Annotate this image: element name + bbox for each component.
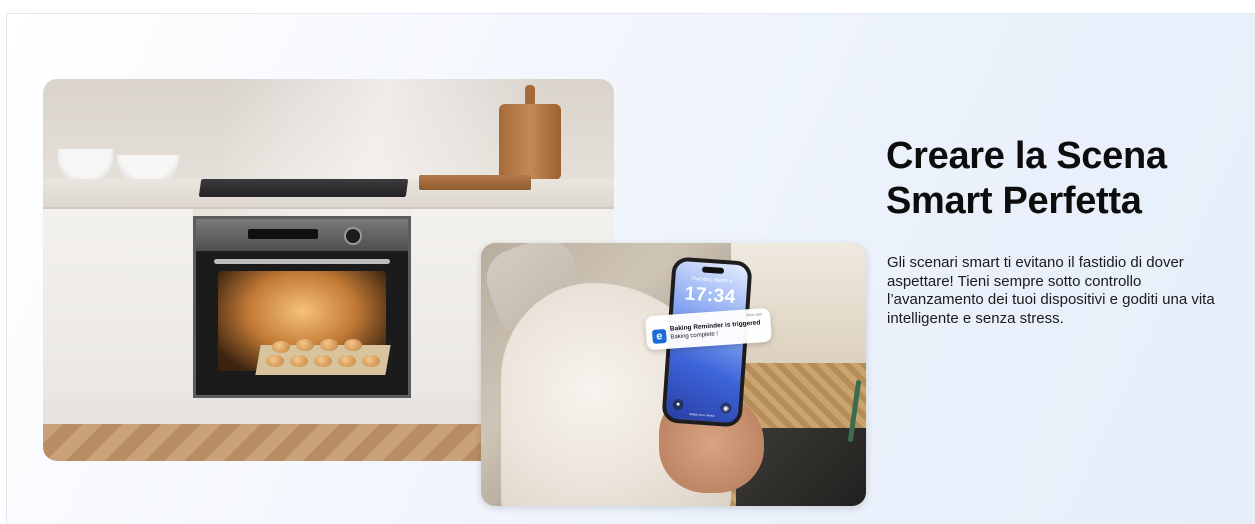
bun (314, 355, 332, 367)
oven-control-panel (196, 219, 408, 251)
flashlight-icon: ● (672, 398, 684, 411)
bun (296, 339, 314, 351)
oven-display (248, 229, 318, 239)
bun (344, 339, 362, 351)
camera-icon: ◉ (720, 402, 732, 414)
swipe-hint: Swipe up to unlock (689, 411, 715, 418)
section-description: Gli scenari smart ti evitano il fastidio… (887, 254, 1215, 327)
bun (338, 355, 356, 367)
induction-cooktop (198, 179, 409, 197)
bun (290, 355, 308, 367)
notification-body: Baking complete ! (670, 331, 719, 341)
lockscreen-time: 17:34 (684, 283, 737, 308)
bun (362, 355, 380, 367)
bun (272, 341, 290, 353)
phone-notification-image: Thursday, March 4 17:34 ● ◉ Swipe up to … (481, 243, 866, 506)
bun (320, 339, 338, 351)
oven-knob (344, 227, 362, 245)
app-icon: e (651, 328, 667, 344)
oven-window (218, 271, 391, 375)
cutting-board-upright (499, 104, 561, 180)
section-headline: Creare la Scena Smart Perfetta (886, 135, 1167, 222)
notification-time: Now ago (746, 311, 763, 318)
cabinet-left (43, 209, 193, 401)
oven-handle (214, 259, 390, 264)
bun (266, 355, 284, 367)
built-in-oven (193, 216, 411, 398)
phone-notch (701, 266, 725, 275)
cutting-board-flat (419, 175, 531, 190)
